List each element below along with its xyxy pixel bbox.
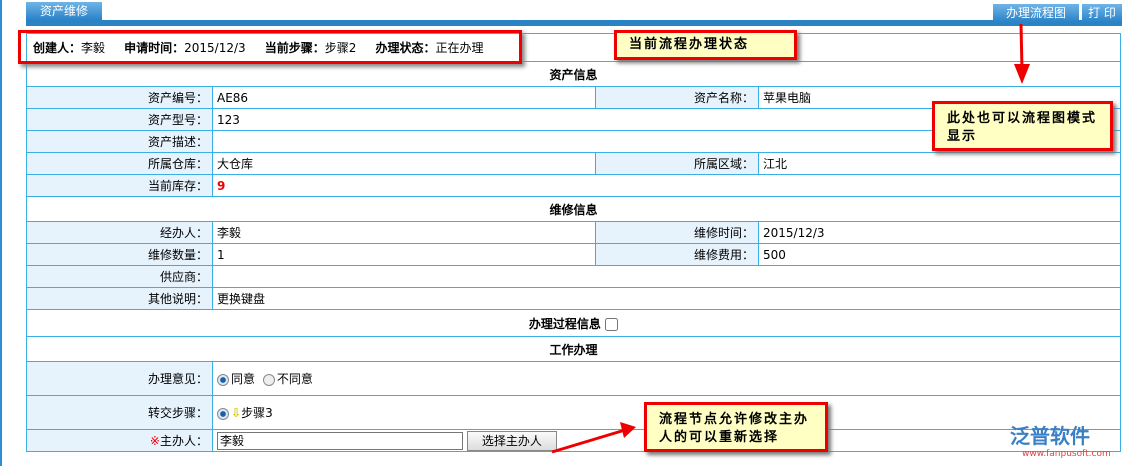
next-step-label: 转交步骤：: [26, 395, 213, 430]
warehouse: 大仓库: [212, 152, 596, 175]
area-label: 所属区域：: [595, 152, 759, 175]
stock: 9: [212, 174, 1121, 197]
callout-owner: 流程节点允许修改主办人的可以重新选择: [644, 402, 828, 452]
next-step-value: 步骤3: [241, 406, 273, 420]
logo-name: 泛普软件: [1010, 424, 1090, 448]
required-mark: ※: [149, 434, 160, 448]
flow-chart-button[interactable]: 办理流程图: [993, 4, 1079, 22]
process-section: 办理过程信息: [26, 309, 1121, 337]
repair-section-title: 维修信息: [26, 196, 1121, 222]
asset-desc-label: 资产描述：: [26, 130, 213, 153]
asset-code-label: 资产编号：: [26, 86, 213, 109]
asset-model-label: 资产型号：: [26, 108, 213, 131]
supplier: [212, 265, 1121, 288]
warehouse-label: 所属仓库：: [26, 152, 213, 175]
disagree-radio[interactable]: [262, 373, 275, 386]
stock-label: 当前库存：: [26, 174, 213, 197]
disagree-label: 不同意: [276, 372, 313, 386]
repair-time-label: 维修时间：: [595, 221, 759, 244]
asset-code: AE86: [212, 86, 596, 109]
tab-asset-repair[interactable]: 资产维修: [26, 2, 102, 20]
owner-label-cell: ※主办人：: [26, 429, 213, 452]
header-bar: [26, 20, 1122, 26]
handler-label: 经办人：: [26, 221, 213, 244]
agree-radio[interactable]: [217, 373, 229, 386]
callout-status: 当前流程办理状态: [614, 30, 797, 60]
qty: 1: [212, 243, 596, 266]
agree-label: 同意: [231, 372, 256, 386]
process-toggle-checkbox[interactable]: [605, 317, 619, 331]
supplier-label: 供应商：: [26, 265, 213, 288]
cost-label: 维修费用：: [595, 243, 759, 266]
callout-flowchart: 此处也可以流程图模式显示: [932, 101, 1113, 151]
asset-section-title: 资产信息: [26, 61, 1121, 87]
logo-url: www.fanpusoft.com: [1022, 449, 1111, 459]
repair-time: 2015/12/3: [758, 221, 1121, 244]
work-section-title: 工作办理: [26, 336, 1121, 362]
asset-name-label: 资产名称：: [595, 86, 759, 109]
opinion-label: 办理意见：: [26, 361, 213, 396]
handler: 李毅: [212, 221, 596, 244]
next-step-radio[interactable]: [217, 407, 229, 420]
area: 江北: [758, 152, 1121, 175]
logo: 泛普软件 www.fanpusoft.com: [1010, 420, 1111, 459]
summary-highlight: [18, 30, 522, 64]
select-owner-button[interactable]: 选择主办人: [466, 430, 557, 451]
left-border: [0, 0, 2, 466]
form-table: 创建人：李毅 申请时间：2015/12/3 当前步骤：步骤2 办理状态：正在办理…: [26, 33, 1121, 452]
other-label: 其他说明：: [26, 287, 213, 310]
process-title: 办理过程信息: [528, 316, 601, 331]
cost: 500: [758, 243, 1121, 266]
print-button[interactable]: 打 印: [1082, 4, 1122, 22]
opinion-options: 同意 不同意: [212, 361, 1121, 396]
qty-label: 维修数量：: [26, 243, 213, 266]
owner-label: 主办人：: [159, 434, 208, 448]
owner-input[interactable]: [217, 431, 463, 450]
arrow-down-icon: ⇩: [231, 406, 242, 420]
other: 更换键盘: [212, 287, 1121, 310]
